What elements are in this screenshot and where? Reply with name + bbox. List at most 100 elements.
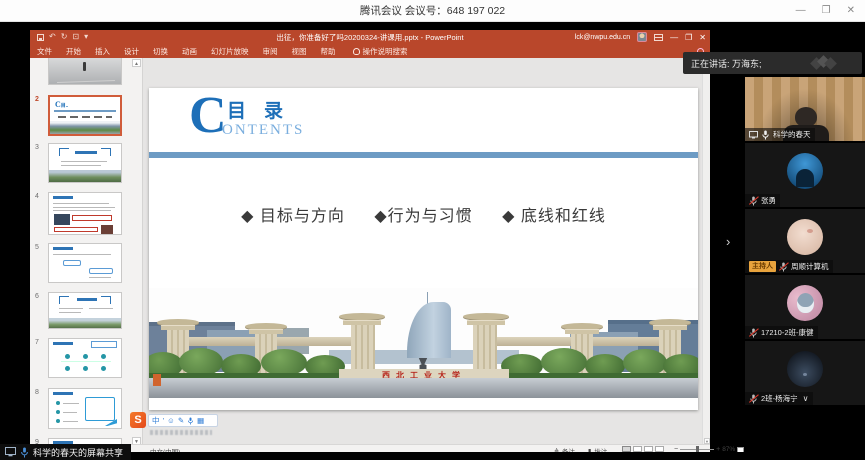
- tab-view[interactable]: 视图: [285, 44, 314, 58]
- toc-items: ◆ 目标与方向 ◆行为与习惯 ◆ 底线和红线: [149, 202, 698, 226]
- thumbnail-slide-5[interactable]: [48, 243, 122, 283]
- sogou-logo[interactable]: S: [130, 412, 146, 428]
- tell-me-search[interactable]: 操作说明搜索: [343, 46, 408, 57]
- ppt-close-icon[interactable]: ✕: [699, 33, 706, 42]
- editor-scrollbar[interactable]: ▼: [702, 58, 710, 446]
- ribbon-display-icon[interactable]: [654, 34, 663, 41]
- slide-thumbnail-panel[interactable]: 2 C目.. 3 4: [30, 58, 143, 446]
- meeting-titlebar: 腾讯会议 会议号：648 197 022 — ❐ ✕: [0, 0, 865, 22]
- participant-name: 科学的春天: [773, 129, 811, 140]
- meeting-title: 腾讯会议 会议号：648 197 022: [360, 3, 505, 18]
- save-icon[interactable]: [37, 34, 44, 41]
- thumbnail-slide-3[interactable]: [48, 143, 122, 183]
- participant-name: 周顺计算机: [791, 261, 829, 272]
- maximize-icon[interactable]: ❐: [822, 6, 831, 16]
- speaking-toast: 正在讲话: 万海东;: [683, 52, 862, 74]
- tab-file[interactable]: 文件: [30, 44, 59, 58]
- quick-access-toolbar: ↶ ↻ ⊡ ▾: [30, 33, 88, 41]
- toc-item: ◆行为与习惯: [374, 208, 472, 225]
- slide-canvas[interactable]: C 目录 ONTENTS ◆ 目标与方向 ◆行为与习惯 ◆ 底线和红线: [149, 88, 698, 410]
- meeting-logo-watermark: [810, 57, 840, 70]
- video-person-head: [795, 107, 817, 127]
- chevron-down-icon[interactable]: ∨: [803, 394, 809, 403]
- account-avatar[interactable]: [637, 32, 647, 42]
- lightbulb-icon: [353, 48, 360, 55]
- toc-item: ◆ 底线和红线: [502, 208, 606, 225]
- thumbnail-slide-7[interactable]: [48, 338, 122, 378]
- sogou-punct-icon[interactable]: ’: [163, 417, 165, 425]
- ppt-workspace: 2 C目.. 3 4: [30, 58, 710, 446]
- participant-tile[interactable]: 张勇: [745, 143, 865, 207]
- mic-muted-icon: [779, 262, 788, 272]
- undo-icon[interactable]: ↶: [49, 33, 56, 41]
- participant-name: 17210-2班-康健: [761, 327, 814, 338]
- speaking-toast-text: 正在讲话: 万海东;: [691, 57, 762, 70]
- ppt-restore-icon[interactable]: ❐: [685, 33, 692, 42]
- minimize-icon[interactable]: —: [796, 6, 806, 16]
- tab-animations[interactable]: 动画: [175, 44, 204, 58]
- tab-design[interactable]: 设计: [117, 44, 146, 58]
- participant-avatar: [787, 219, 823, 255]
- redo-icon[interactable]: ↻: [61, 33, 68, 41]
- slide-editor: C 目录 ONTENTS ◆ 目标与方向 ◆行为与习惯 ◆ 底线和红线: [143, 58, 710, 446]
- ribbon-tab-row: 文件 开始 插入 设计 切换 动画 幻灯片放映 审阅 视图 帮助 操作说明搜索: [30, 44, 710, 58]
- toc-item: ◆ 目标与方向: [241, 208, 345, 225]
- mic-muted-icon: [749, 394, 758, 404]
- screen-share-banner: 科学的春天的屏幕共享: [0, 444, 131, 460]
- customize-qat-icon[interactable]: ▾: [84, 33, 88, 41]
- sogou-mic-icon[interactable]: [187, 417, 194, 425]
- participant-tile[interactable]: 科学的春天: [745, 77, 865, 141]
- ppt-minimize-icon[interactable]: —: [670, 33, 678, 42]
- divider-bar: [149, 152, 698, 158]
- participant-name: 2班-杨海宁: [761, 393, 798, 404]
- mic-muted-icon: [749, 196, 758, 206]
- ppt-titlebar: ↶ ↻ ⊡ ▾ 出征，你准备好了吗20200324-讲课用.pptx - Pow…: [30, 30, 710, 44]
- thumbnail-slide-1[interactable]: [48, 58, 122, 85]
- share-monitor-icon: [5, 447, 16, 457]
- tab-review[interactable]: 审阅: [256, 44, 285, 58]
- thumbnail-slide-6[interactable]: [48, 292, 122, 329]
- share-mic-icon: [20, 447, 29, 458]
- slide-number: 6: [35, 293, 39, 300]
- toc-title-en: ONTENTS: [222, 122, 304, 139]
- sogou-skin-caption-blurred: [150, 430, 212, 435]
- slideshow-icon[interactable]: ⊡: [72, 33, 79, 41]
- screen-share-icon: [749, 131, 758, 139]
- thumbnail-slide-4[interactable]: [48, 192, 122, 235]
- plaza: [149, 378, 698, 398]
- participant-name: 张勇: [761, 195, 776, 206]
- tab-home[interactable]: 开始: [59, 44, 88, 58]
- mic-muted-icon: [749, 328, 758, 338]
- toc-letter: C: [189, 90, 227, 142]
- participant-tile[interactable]: 2班-杨海宁 ∨: [745, 341, 865, 405]
- tab-help[interactable]: 帮助: [314, 44, 343, 58]
- toc-title-cn: 目录: [227, 96, 301, 123]
- tab-insert[interactable]: 插入: [88, 44, 117, 58]
- sogou-pen-icon[interactable]: ✎: [178, 417, 184, 425]
- slide-number: 2: [35, 96, 39, 103]
- sogou-emoji-icon[interactable]: ☺: [167, 417, 175, 425]
- sogou-toolbar[interactable]: 中 ’ ☺ ✎ ▦: [148, 414, 218, 427]
- tab-slideshow[interactable]: 幻灯片放映: [204, 44, 256, 58]
- sogou-keyboard-icon[interactable]: ▦: [197, 417, 204, 425]
- participant-tile[interactable]: 17210-2班-康健: [745, 275, 865, 339]
- share-banner-text: 科学的春天的屏幕共享: [33, 446, 123, 459]
- campus-photo: 西北工业大学: [149, 288, 698, 398]
- account-email[interactable]: lck@nwpu.edu.cn: [575, 34, 630, 41]
- tab-transitions[interactable]: 切换: [146, 44, 175, 58]
- close-icon[interactable]: ✕: [847, 6, 855, 16]
- participant-tile[interactable]: 主持人 周顺计算机: [745, 209, 865, 273]
- participant-avatar: [787, 351, 823, 387]
- barrier: [153, 374, 161, 386]
- zoom-slider[interactable]: [680, 449, 714, 450]
- slide-number: 4: [35, 193, 39, 200]
- powerpoint-window: ↶ ↻ ⊡ ▾ 出征，你准备好了吗20200324-讲课用.pptx - Pow…: [30, 30, 710, 453]
- sidebar-collapse-icon[interactable]: ›: [726, 234, 730, 249]
- slide-number: 7: [35, 339, 39, 346]
- thumb-scroll-up-icon[interactable]: ▲: [132, 59, 141, 67]
- participant-avatar: [787, 153, 823, 189]
- sogou-mode-toggle[interactable]: 中: [152, 417, 160, 425]
- thumbnail-slide-2-selected[interactable]: C目..: [48, 95, 122, 136]
- participant-avatar: [787, 285, 823, 321]
- thumbnail-slide-8[interactable]: [48, 388, 122, 429]
